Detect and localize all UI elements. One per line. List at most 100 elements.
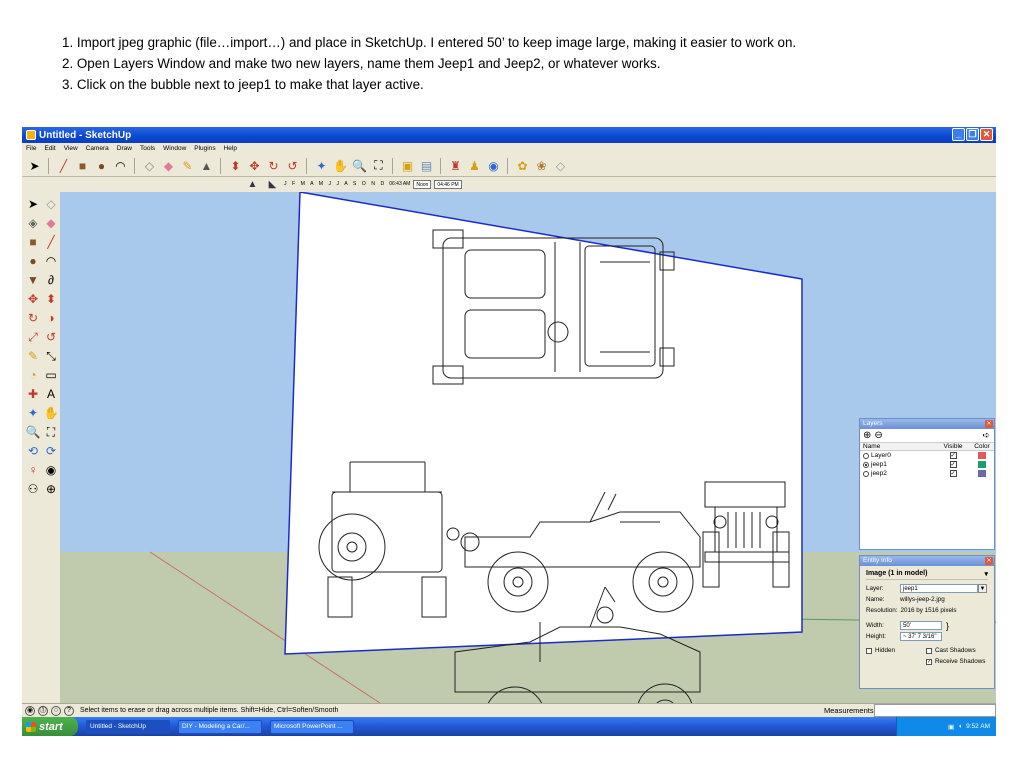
entity-info-close-icon[interactable]: ✕: [985, 557, 993, 565]
layer-name[interactable]: jeep1: [871, 461, 887, 468]
geo-location-icon[interactable]: ◉: [25, 705, 35, 716]
modeling-viewport[interactable]: [60, 192, 996, 703]
layer-visible-checkbox[interactable]: ✓: [949, 452, 957, 459]
pan-icon[interactable]: ✋: [43, 405, 59, 421]
share-model-icon[interactable]: ▤: [418, 157, 435, 174]
zoom-window-icon[interactable]: ⛶: [43, 424, 59, 440]
zoom-icon[interactable]: 🔍: [25, 424, 41, 440]
components-icon[interactable]: ◇: [552, 157, 569, 174]
styles-icon[interactable]: ✿: [514, 157, 531, 174]
polygon-icon[interactable]: ▼: [25, 272, 41, 288]
push-pull-icon[interactable]: ⬍: [43, 291, 59, 307]
paint-icon[interactable]: ◈: [25, 215, 41, 231]
credits-icon[interactable]: ⓵: [38, 705, 48, 716]
taskbar-item-powerpoint[interactable]: Microsoft PowerPoint ...: [270, 719, 354, 734]
follow-me-icon[interactable]: ◑: [43, 310, 59, 326]
next-view-icon[interactable]: ⟳: [43, 443, 59, 459]
shadow-noon-label[interactable]: Noon: [413, 179, 432, 189]
menu-help[interactable]: Help: [224, 145, 237, 152]
freehand-icon[interactable]: ∂: [43, 272, 59, 288]
aspect-link-icon[interactable]: }: [946, 621, 949, 631]
layer-details-icon[interactable]: ➪: [982, 430, 990, 441]
menu-tools[interactable]: Tools: [140, 145, 155, 152]
menu-view[interactable]: View: [64, 145, 78, 152]
display-shadows-icon[interactable]: ◣: [264, 176, 281, 193]
circle-icon[interactable]: ●: [25, 253, 41, 269]
line-tool-icon[interactable]: ╱: [55, 157, 72, 174]
layer-name[interactable]: jeep2: [871, 470, 887, 477]
hidden-checkbox[interactable]: [866, 647, 872, 654]
receive-shadows-option[interactable]: ✓ Receive Shadows: [926, 658, 985, 665]
layer-color-swatch[interactable]: [978, 452, 986, 459]
tape-measure-icon[interactable]: ✎: [25, 348, 41, 364]
user-icon[interactable]: ○: [51, 705, 61, 716]
menu-camera[interactable]: Camera: [86, 145, 109, 152]
layer-select[interactable]: jeep1: [900, 584, 978, 593]
walk-tool-icon[interactable]: ♜: [447, 157, 464, 174]
restore-button[interactable]: ❐: [966, 128, 979, 141]
offset-icon[interactable]: ↺: [43, 329, 59, 345]
axes-icon[interactable]: ✚: [25, 386, 41, 402]
component-icon[interactable]: ◇: [43, 196, 59, 212]
delete-layer-icon[interactable]: ⊖: [874, 430, 882, 441]
entity-info-expand-icon[interactable]: ▾: [984, 570, 988, 578]
eraser-icon[interactable]: ◆: [43, 215, 59, 231]
receive-shadows-checkbox[interactable]: ✓: [926, 658, 932, 665]
volume-icon[interactable]: ◖: [958, 723, 962, 730]
layer-row[interactable]: Layer0 ✓: [860, 451, 994, 460]
rectangle-tool-icon[interactable]: ■: [74, 157, 91, 174]
measurements-input[interactable]: [874, 704, 996, 717]
zoom-extents-icon[interactable]: ⛶: [370, 157, 387, 174]
position-camera-icon[interactable]: ♟: [466, 157, 483, 174]
pan-tool-icon[interactable]: ✋: [332, 157, 349, 174]
select-tool-icon[interactable]: ➤: [26, 157, 43, 174]
cast-shadows-checkbox[interactable]: [926, 647, 932, 654]
tape-measure-icon[interactable]: ✎: [179, 157, 196, 174]
layer-dropdown-icon[interactable]: ▼: [978, 584, 987, 593]
layer-name[interactable]: Layer0: [871, 452, 891, 459]
move-icon[interactable]: ✥: [25, 291, 41, 307]
help-icon[interactable]: ?: [64, 705, 74, 716]
height-input[interactable]: ~ 37' 7 3/16": [900, 632, 942, 641]
layer-active-radio[interactable]: [863, 452, 869, 459]
paint-bucket-icon[interactable]: ▲: [198, 157, 215, 174]
get-models-icon[interactable]: ▣: [399, 157, 416, 174]
network-icon[interactable]: ▣: [948, 723, 954, 731]
menu-draw[interactable]: Draw: [117, 145, 132, 152]
start-button[interactable]: start: [22, 717, 78, 736]
menu-edit[interactable]: Edit: [44, 145, 55, 152]
add-layer-icon[interactable]: ⊕: [863, 430, 871, 441]
position-camera-icon[interactable]: ♀: [25, 462, 41, 478]
tray-clock[interactable]: 9:52 AM: [966, 723, 990, 730]
hidden-option[interactable]: Hidden: [866, 647, 926, 654]
layer-row[interactable]: jeep2 ✓: [860, 469, 994, 478]
rectangle-icon[interactable]: ■: [25, 234, 41, 250]
eraser-tool-icon[interactable]: ◆: [160, 157, 177, 174]
circle-tool-icon[interactable]: ●: [93, 157, 110, 174]
zoom-tool-icon[interactable]: 🔍: [351, 157, 368, 174]
menu-file[interactable]: File: [26, 145, 36, 152]
rotate-icon[interactable]: ↻: [25, 310, 41, 326]
layer-color-swatch[interactable]: [978, 461, 986, 468]
layer-active-radio[interactable]: [863, 461, 869, 468]
layer-row[interactable]: jeep1 ✓: [860, 460, 994, 469]
push-pull-icon[interactable]: ⬍: [227, 157, 244, 174]
materials-icon[interactable]: ❀: [533, 157, 550, 174]
scale-icon[interactable]: ⤢: [25, 329, 41, 345]
look-around-icon[interactable]: ◉: [485, 157, 502, 174]
shadow-settings-icon[interactable]: ▲: [244, 176, 261, 193]
look-around-icon[interactable]: ◉: [43, 462, 59, 478]
close-button[interactable]: ✕: [980, 128, 993, 141]
cast-shadows-option[interactable]: Cast Shadows: [926, 647, 976, 654]
offset-tool-icon[interactable]: ↺: [284, 157, 301, 174]
layers-close-icon[interactable]: ✕: [985, 420, 993, 428]
layer-visible-checkbox[interactable]: ✓: [949, 470, 957, 477]
layers-panel-title[interactable]: Layers ✕: [860, 419, 994, 429]
arc-icon[interactable]: ◠: [43, 253, 59, 269]
line-icon[interactable]: ╱: [43, 234, 59, 250]
shadow-month-slider[interactable]: J F M A M J J A S O N D: [284, 181, 386, 187]
col-visible[interactable]: Visible: [936, 443, 970, 450]
dimension-icon[interactable]: ⤡: [43, 348, 59, 364]
protractor-icon[interactable]: ◔: [25, 367, 41, 383]
rotate-tool-icon[interactable]: ↻: [265, 157, 282, 174]
